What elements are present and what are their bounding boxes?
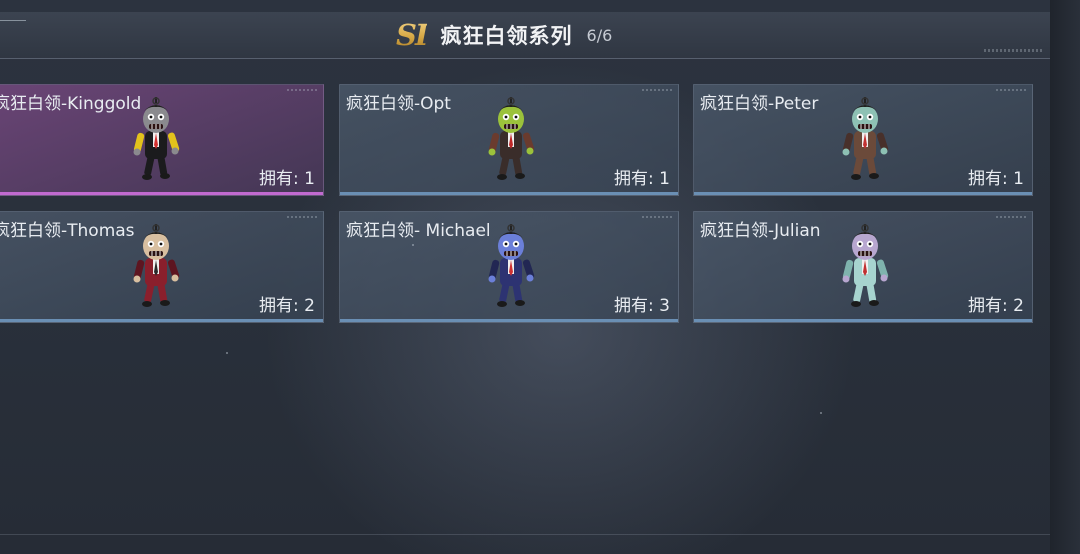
rarity-bar [340,192,678,195]
zombie-figure-icon [133,97,180,180]
item-card-opt[interactable]: 疯狂白领-Opt 拥有: 1 [339,84,679,196]
collection-screen: SI 疯狂白领系列 6/6 疯狂白领-Kinggold 拥有: 1 疯狂白领-O… [0,0,1080,554]
card-corner-deco [996,216,1026,218]
item-name: 疯狂白领-Peter [700,94,819,114]
owned-count: 拥有: 2 [968,296,1024,316]
card-corner-deco [996,89,1026,91]
rarity-bar [0,192,323,195]
item-name: 疯狂白领-Julian [700,221,821,241]
zombie-figure-icon [133,224,180,307]
series-progress: 6/6 [586,25,613,45]
header-title-group: SI 疯狂白领系列 6/6 [396,12,612,58]
dust-speck [412,244,414,246]
rarity-bar [340,319,678,322]
side-panel-edge [1050,0,1080,554]
item-card-thomas[interactable]: 疯狂白领-Thomas 拥有: 2 [0,211,324,323]
item-name: 疯狂白领-Opt [346,94,451,114]
item-name: 疯狂白领-Thomas [0,221,135,241]
dust-speck [820,412,822,414]
owned-count: 拥有: 1 [968,169,1024,189]
rarity-bar [694,319,1032,322]
zombie-figure-icon [488,224,535,307]
owned-count: 拥有: 1 [614,169,670,189]
zombie-figure-icon [488,97,535,180]
card-corner-deco [287,89,317,91]
owned-count: 拥有: 3 [614,296,670,316]
item-name: 疯狂白领- Michael [346,221,491,241]
item-card-peter[interactable]: 疯狂白领-Peter 拥有: 1 [693,84,1033,196]
card-corner-deco [287,216,317,218]
item-card-kinggold[interactable]: 疯狂白领-Kinggold 拥有: 1 [0,84,324,196]
card-corner-deco [642,89,672,91]
item-name: 疯狂白领-Kinggold [0,94,142,114]
series-logo-icon: SI [396,18,428,52]
zombie-figure-icon [842,224,889,307]
owned-count: 拥有: 1 [259,169,315,189]
rarity-bar [0,319,323,322]
rarity-bar [694,192,1032,195]
item-card-julian[interactable]: 疯狂白领-Julian 拥有: 2 [693,211,1033,323]
zombie-figure-icon [842,97,889,180]
owned-count: 拥有: 2 [259,296,315,316]
item-card-michael[interactable]: 疯狂白领- Michael 拥有: 3 [339,211,679,323]
header-tick-deco [0,20,26,21]
series-header: SI 疯狂白领系列 6/6 [0,12,1050,59]
header-corner-deco [984,49,1044,52]
panel-bottom-divider [0,534,1050,535]
dust-speck [226,352,228,354]
card-corner-deco [642,216,672,218]
series-title: 疯狂白领系列 [440,24,573,48]
